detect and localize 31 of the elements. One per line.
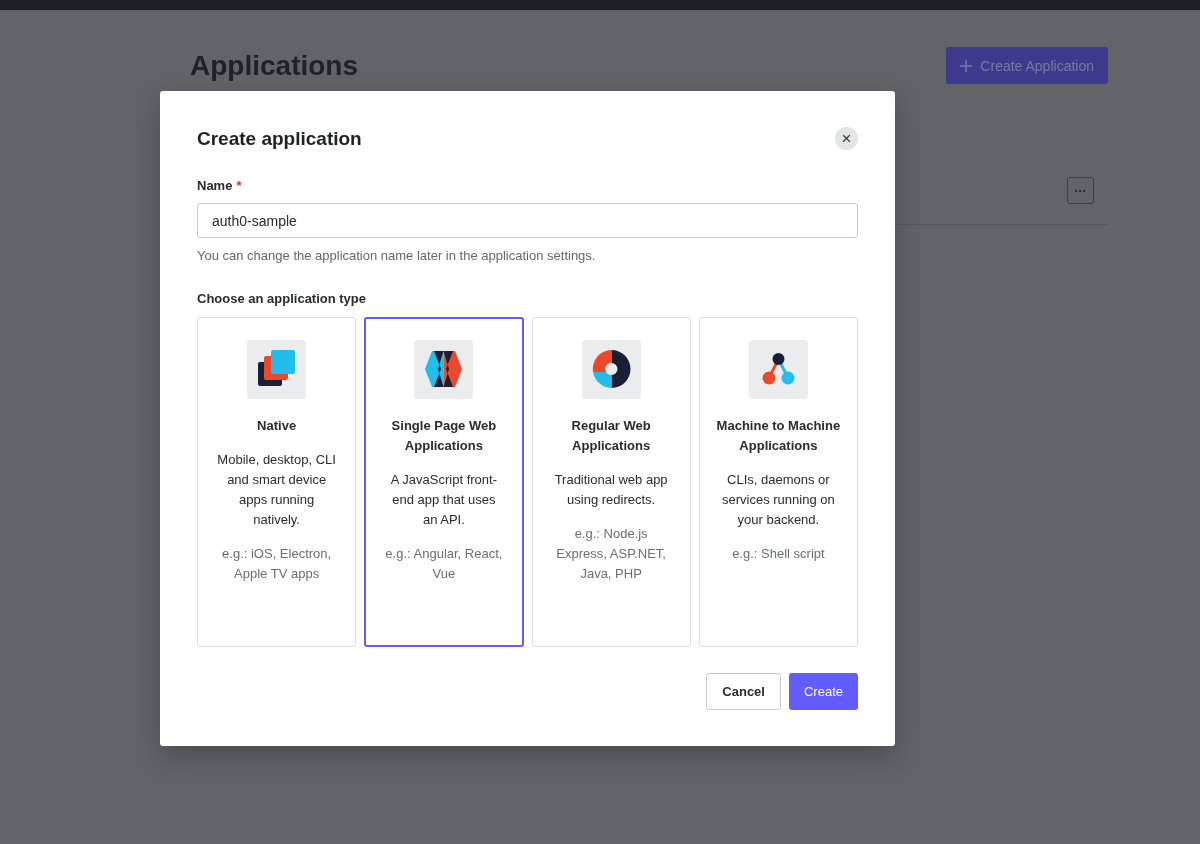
card-title: Regular Web Applications <box>570 417 652 455</box>
application-type-card[interactable]: Regular Web Applications Traditional web app using redirects. e.g.: Node.js Express, ASP.NET, Java, PHP <box>531 317 691 647</box>
card-examples: e.g.: iOS, Electron, Apple TV apps <box>221 545 333 583</box>
name-input[interactable]: auth0-sample <box>197 203 858 238</box>
card-title: Machine to Machine Applications <box>716 417 841 455</box>
page-title: Applications <box>190 49 358 82</box>
close-button[interactable]: × <box>835 127 858 150</box>
card-examples: e.g.: Node.js Express, ASP.NET, Java, PHP <box>555 525 667 583</box>
card-description: A JavaScript front-end app that uses an API. <box>389 471 498 529</box>
card-title: Native <box>256 417 298 435</box>
plus-icon <box>960 59 973 72</box>
card-title: Single Page Web Applications <box>390 417 498 455</box>
card-examples: e.g.: Shell script <box>731 545 826 563</box>
field-hint: You can change the application name later in the application settings. <box>197 248 597 263</box>
section-label: Choose an application type <box>197 291 368 306</box>
cancel-button[interactable]: Cancel <box>706 673 781 710</box>
ring-icon <box>581 340 641 399</box>
required-mark: * <box>236 178 242 193</box>
application-type-card[interactable]: Native Mobile, desktop, CLI and smart device apps running natively. e.g.: iOS, Electron, Apple TV apps <box>197 317 357 647</box>
card-description: Traditional web app using redirects. <box>553 471 669 509</box>
stacked-squares-icon <box>247 340 307 399</box>
card-description: CLIs, daemons or services running on your backend. <box>721 471 836 529</box>
card-examples: e.g.: Angular, React, Vue <box>384 545 504 583</box>
application-type-card[interactable]: Single Page Web Applications A JavaScript front-end app that uses an API. e.g.: Angular, React, Vue <box>364 317 524 647</box>
create-button[interactable]: Create <box>788 673 858 710</box>
diamond-logo-icon <box>414 340 474 399</box>
node-graph-icon <box>748 340 808 399</box>
dialog-title: Create application <box>197 127 362 150</box>
card-description: Mobile, desktop, CLI and smart device apps running natively. <box>216 451 337 529</box>
field-label: Name <box>197 178 233 193</box>
application-type-card[interactable]: Machine to Machine Applications CLIs, daemons or services running on your backend. e.g.: Shell script <box>698 317 858 647</box>
